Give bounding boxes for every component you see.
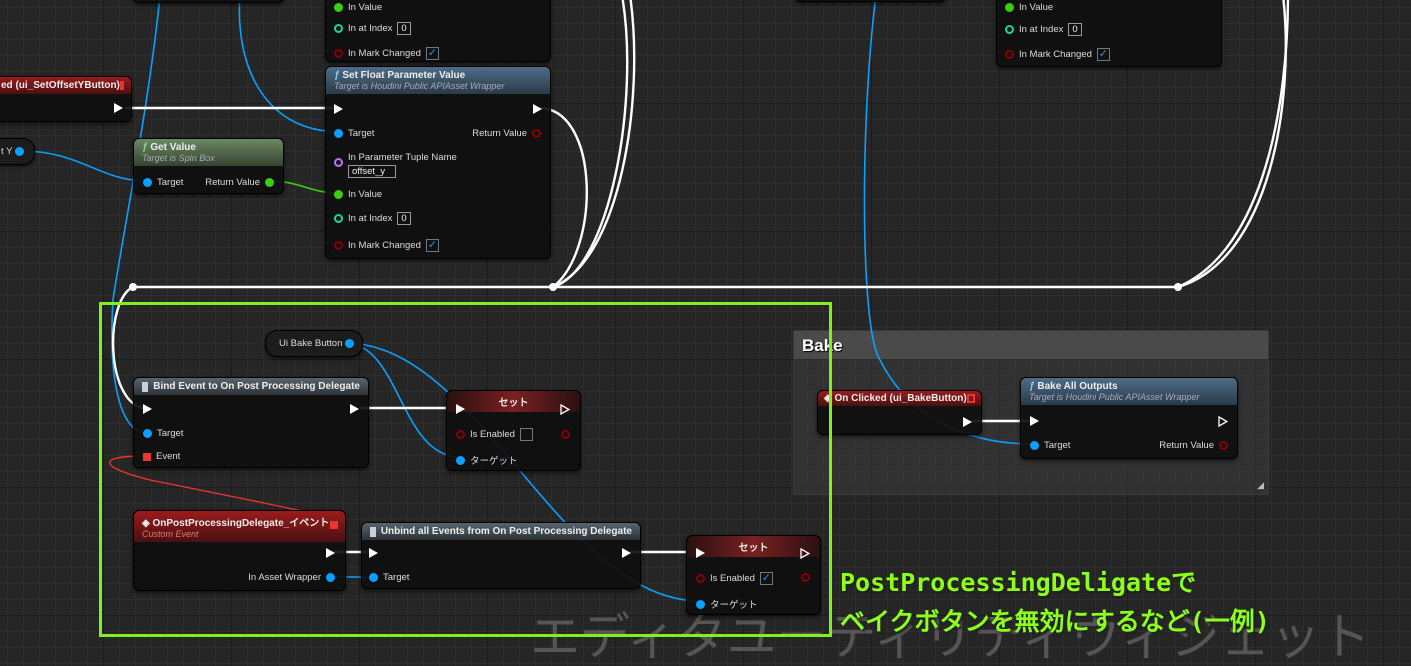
reroute-node[interactable] — [129, 283, 137, 291]
pin-label: In Mark Changed — [1019, 49, 1092, 60]
exec-in-pin-icon[interactable] — [334, 104, 343, 114]
int-pin-icon[interactable] — [1005, 25, 1014, 34]
partial-node[interactable] — [133, 0, 284, 3]
mark-changed-checkbox[interactable]: ✓ — [425, 239, 439, 252]
set-param-node-partial[interactable]: In Value In at Index 0 In Mark Changed ✓ — [996, 0, 1222, 67]
float-pin-icon[interactable] — [1005, 3, 1014, 12]
bool-pin-icon[interactable] — [532, 129, 541, 138]
reroute-node[interactable] — [549, 283, 557, 291]
annotation-line-2: ベイクボタンを無効にするなど(一例) — [840, 607, 1270, 636]
float-pin-icon[interactable] — [334, 3, 343, 12]
function-icon: ƒ — [334, 70, 340, 81]
pin-label: In Mark Changed — [348, 240, 421, 251]
node-title: ed (ui_SetOffsetYButton) — [1, 80, 120, 91]
highlight-box — [99, 302, 832, 637]
pin-label: Return Value — [472, 128, 527, 139]
bool-pin-icon[interactable] — [334, 49, 343, 58]
pin-label: In Value — [348, 2, 383, 13]
mark-changed-checkbox[interactable]: ✓ — [425, 47, 439, 60]
node-title: Bake All Outputs — [1037, 381, 1118, 392]
pin-label: Return Value — [205, 177, 260, 188]
index-input[interactable]: 0 — [397, 212, 411, 225]
variable-label: t Y — [1, 146, 13, 157]
object-pin-icon[interactable] — [143, 178, 152, 187]
string-pin-icon[interactable] — [334, 158, 343, 167]
pin-label: In Value — [348, 189, 383, 200]
on-clicked-offset-y-node[interactable]: ed (ui_SetOffsetYButton) — [0, 76, 132, 122]
annotation-line-1: PostProcessingDeligateで — [840, 568, 1197, 597]
exec-out-pin-icon[interactable] — [1218, 416, 1228, 427]
on-clicked-bake-node[interactable]: ◈ On Clicked (ui_BakeButton) — [817, 390, 982, 435]
partial-node[interactable] — [795, 0, 946, 2]
set-float-parameter-node[interactable]: ƒ Set Float Parameter Value Target is Hou… — [325, 66, 551, 259]
float-pin-icon[interactable] — [265, 178, 274, 187]
object-pin-icon[interactable] — [14, 146, 24, 156]
int-pin-icon[interactable] — [334, 214, 343, 223]
wire-exec — [552, 0, 629, 289]
node-title: Get Value — [150, 142, 196, 153]
bool-pin-icon[interactable] — [1219, 441, 1228, 450]
delegate-pin-icon[interactable] — [966, 394, 975, 403]
int-pin-icon[interactable] — [334, 24, 343, 33]
pin-label: Target — [1044, 440, 1071, 451]
exec-out-pin-icon[interactable] — [963, 417, 972, 427]
node-title: Set Float Parameter Value — [342, 70, 466, 81]
reroute-node[interactable] — [1174, 283, 1182, 291]
delegate-pin-icon[interactable] — [119, 81, 124, 90]
bake-all-outputs-node[interactable]: ƒ Bake All Outputs Target is Houdini Publ… — [1020, 377, 1238, 459]
exec-out-pin-icon[interactable] — [533, 104, 542, 114]
object-pin-icon[interactable] — [334, 129, 343, 138]
index-input[interactable]: 0 — [1068, 23, 1082, 36]
float-pin-icon[interactable] — [334, 190, 343, 199]
bool-pin-icon[interactable] — [1005, 50, 1014, 59]
index-input[interactable]: 0 — [397, 22, 411, 35]
pin-label: Return Value — [1159, 440, 1214, 451]
node-title: On Clicked (ui_BakeButton) — [834, 393, 967, 404]
exec-out-pin-icon[interactable] — [114, 103, 123, 113]
mark-changed-checkbox[interactable]: ✓ — [1096, 48, 1110, 61]
pin-label: Target — [348, 128, 375, 139]
node-subtitle: Target is Spin Box — [142, 153, 215, 163]
node-subtitle: Target is Houdini Public APIAsset Wrappe… — [1029, 392, 1200, 402]
pin-label: In Value — [1019, 2, 1054, 13]
offset-y-variable[interactable]: t Y — [0, 138, 35, 165]
object-pin-icon[interactable] — [1030, 441, 1039, 450]
function-icon: ƒ — [142, 142, 148, 153]
pin-label: In at Index — [348, 23, 393, 34]
set-param-node-partial[interactable]: In Value In at Index 0 In Mark Changed ✓ — [325, 0, 551, 62]
pin-label: In Parameter Tuple Name — [348, 152, 457, 163]
pin-label: In at Index — [1019, 24, 1064, 35]
tuple-name-input[interactable]: offset_y — [348, 165, 396, 178]
pin-label: In Mark Changed — [348, 48, 421, 59]
get-value-node[interactable]: ƒ Get Value Target is Spin Box Target Ret… — [133, 138, 284, 194]
function-icon: ƒ — [1029, 381, 1035, 392]
exec-in-pin-icon[interactable] — [1030, 416, 1039, 426]
bool-pin-icon[interactable] — [334, 241, 343, 250]
pin-label: Target — [157, 177, 184, 188]
pin-label: In at Index — [348, 213, 393, 224]
node-subtitle: Target is Houdini Public APIAsset Wrappe… — [334, 81, 505, 91]
wire-object — [238, 0, 339, 133]
wire-object — [21, 150, 148, 182]
